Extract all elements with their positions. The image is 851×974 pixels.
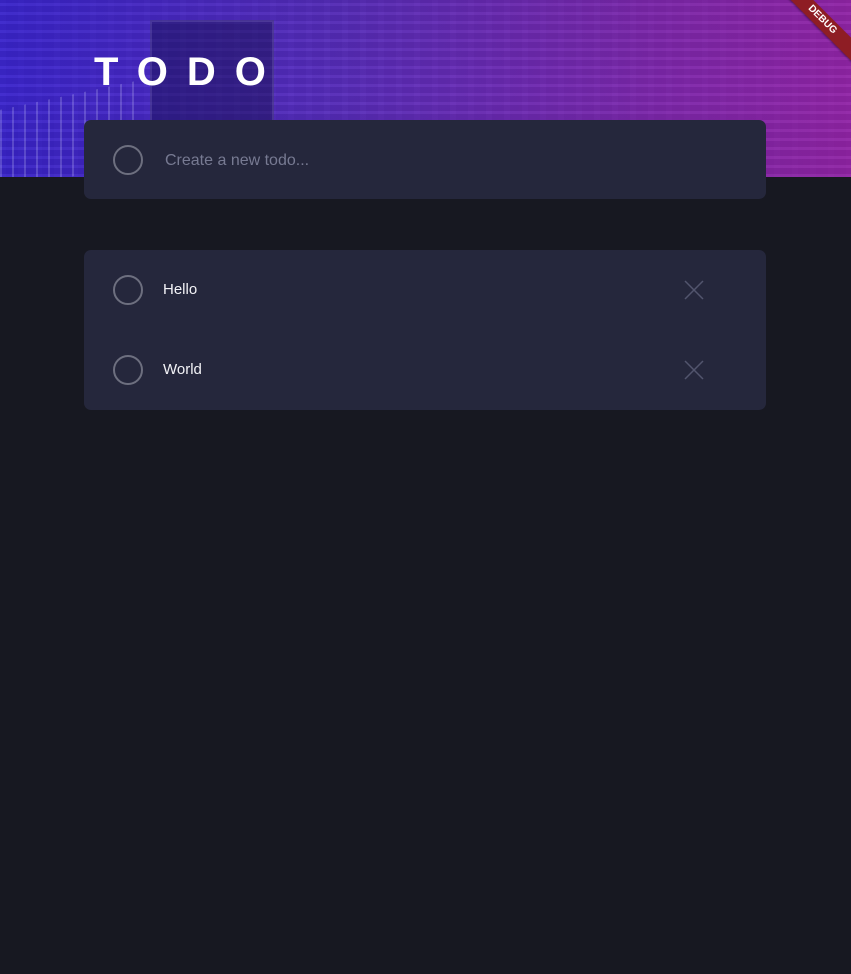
close-icon[interactable] (682, 278, 706, 302)
circle-icon[interactable] (113, 355, 143, 385)
close-icon[interactable] (682, 358, 706, 382)
todo-text: World (163, 361, 202, 378)
circle-icon[interactable] (113, 145, 143, 175)
app-title: TODO (94, 50, 285, 94)
circle-icon[interactable] (113, 275, 143, 305)
new-todo-input[interactable] (163, 145, 727, 177)
todo-text: Hello (163, 281, 198, 298)
todo-list: Hello World (84, 250, 766, 410)
list-item[interactable]: World (84, 330, 766, 410)
new-todo-card (84, 120, 766, 199)
list-item[interactable]: Hello (84, 250, 766, 330)
